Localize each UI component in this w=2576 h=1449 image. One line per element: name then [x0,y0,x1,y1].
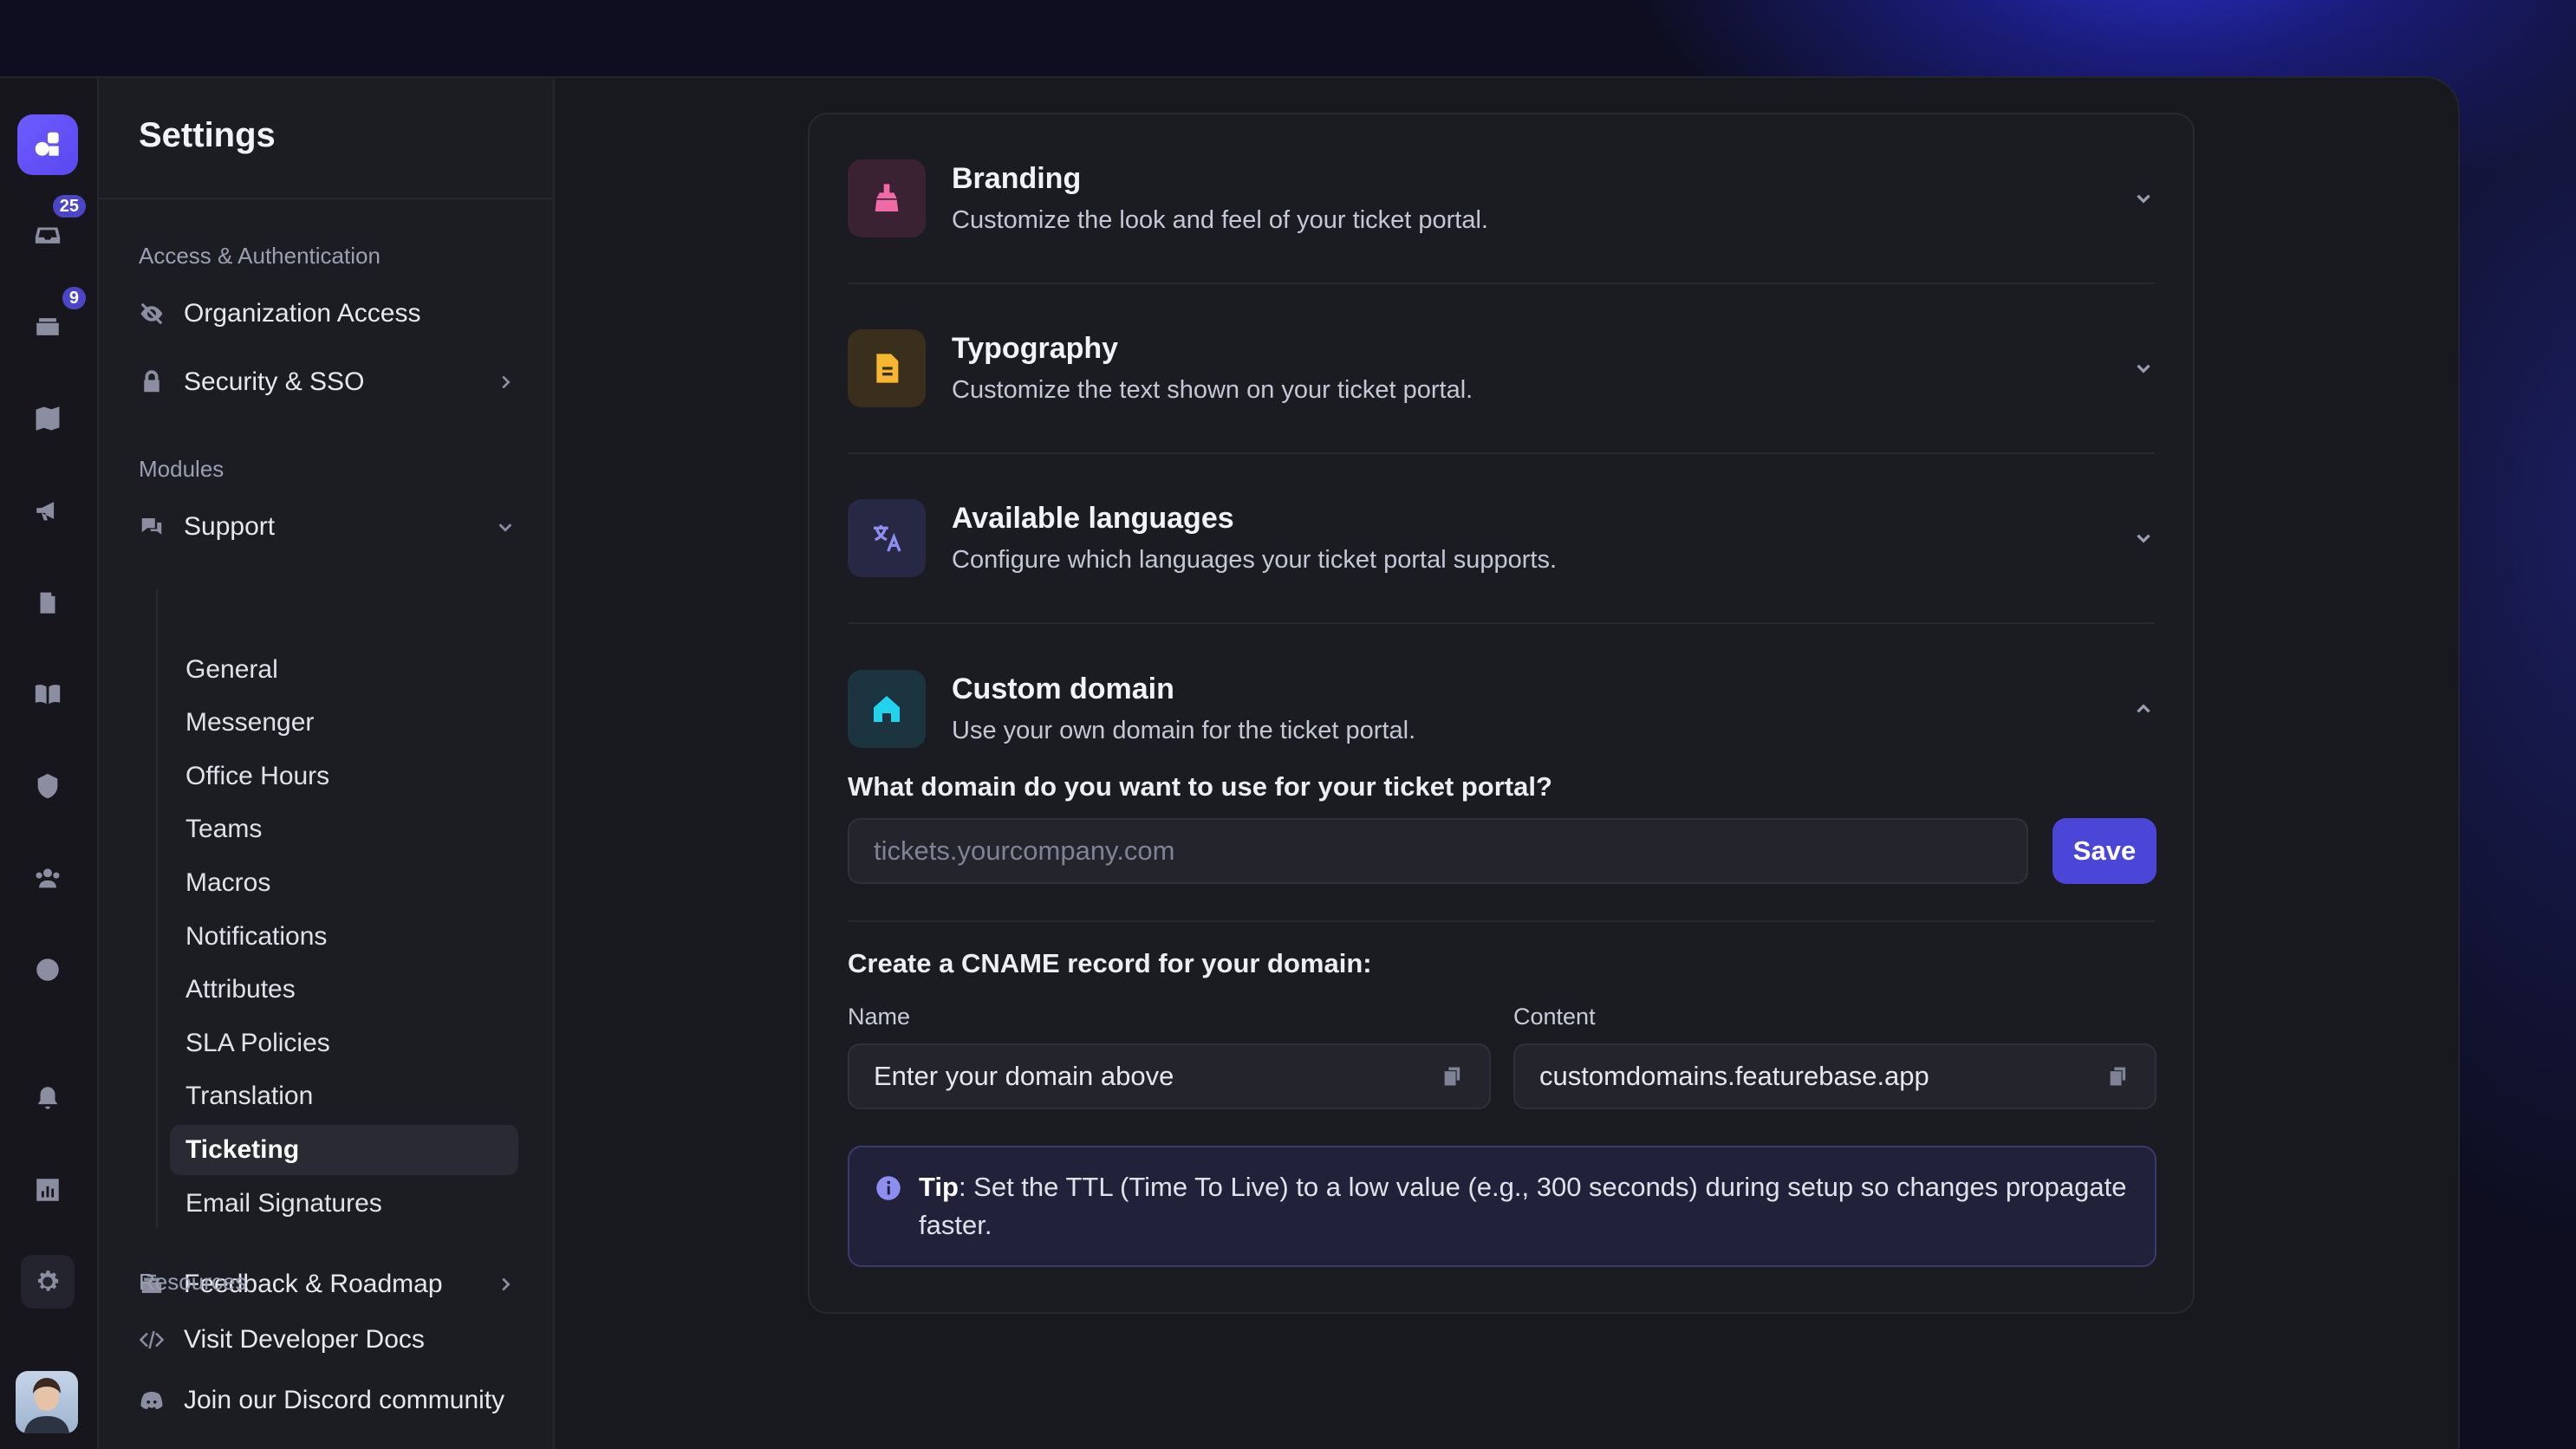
sub-item-macros[interactable]: Macros [170,858,518,908]
nav-organization-access[interactable]: Organization Access [139,289,515,338]
clipboard-icon[interactable] [21,575,75,629]
nav-label: Organization Access [184,299,421,328]
sidebar-title: Settings [99,78,553,199]
sub-item-sla-policies[interactable]: SLA Policies [170,1018,518,1069]
tickets-icon[interactable]: 9 [21,284,88,354]
nav-developer-docs[interactable]: Visit Developer Docs [139,1316,515,1364]
bot-shield-icon[interactable] [21,759,75,813]
chevron-down-icon[interactable] [2132,187,2155,210]
icon-rail: 25 9 [0,78,97,1449]
sub-item-general[interactable]: General [170,645,518,695]
chevron-right-icon [502,1277,511,1291]
chat-bubbles-icon [141,518,162,535]
cname-heading: Create a CNAME record for your domain: [848,948,1372,978]
chevron-down-icon[interactable] [2132,527,2155,549]
sub-item-messenger[interactable]: Messenger [170,698,518,748]
main-content: Branding Customize the look and feel of … [555,78,2458,1449]
inbox-icon[interactable]: 25 [21,192,88,262]
discord-icon [140,1392,163,1409]
tip-callout: Tip: Set the TTL (Time To Live) to a low… [848,1146,2156,1267]
app-window: 25 9 Settings Access & Authentication Or… [0,76,2460,1449]
nav-support[interactable]: Support [139,503,515,551]
chevron-down-icon[interactable] [2132,357,2155,380]
tip-label: Tip [919,1172,959,1202]
sub-item-notifications[interactable]: Notifications [170,912,518,962]
nav-discord-community[interactable]: Join our Discord community [139,1376,515,1425]
divider [848,920,2155,922]
app-logo-icon[interactable] [17,114,78,175]
analytics-icon[interactable] [21,1163,75,1217]
sub-item-attributes[interactable]: Attributes [170,965,518,1015]
section-label-access: Access & Authentication [139,243,381,269]
cname-name-field[interactable]: Enter your domain above [848,1043,1491,1109]
translate-icon [848,499,926,577]
section-subtitle: Customize the text shown on your ticket … [952,376,1473,404]
cname-content-field[interactable]: customdomains.featurebase.app [1513,1043,2156,1109]
chevron-right-icon [502,375,511,389]
section-title: Typography [952,332,1119,365]
section-subtitle: Use your own domain for the ticket porta… [952,717,1416,744]
lock-icon [144,370,159,393]
section-title: Branding [952,162,1082,195]
save-button[interactable]: Save [2052,818,2156,884]
sub-item-teams[interactable]: Teams [170,804,518,854]
sub-item-office-hours[interactable]: Office Hours [170,751,518,802]
section-subtitle: Configure which languages your ticket po… [952,546,1557,574]
megaphone-icon[interactable] [21,484,75,537]
nav-label: Visit Developer Docs [184,1325,425,1354]
cname-content-value: customdomains.featurebase.app [1539,1061,1929,1091]
ticket-portal-settings-card: Branding Customize the look and feel of … [808,113,2195,1314]
copy-icon[interactable] [2106,1064,2130,1088]
section-label-resources: Resources [139,1269,247,1295]
users-icon[interactable] [21,851,75,905]
chevron-up-icon[interactable] [2132,698,2155,720]
book-icon[interactable] [21,667,75,721]
section-title: Available languages [952,502,1234,535]
home-icon [848,670,926,748]
domain-question-label: What domain do you want to use for your … [848,771,1552,802]
code-icon [139,1330,165,1349]
copy-icon[interactable] [1441,1064,1465,1088]
document-icon [848,329,926,407]
info-icon [876,1176,901,1200]
roadmap-map-icon[interactable] [21,392,75,445]
tickets-badge: 9 [59,284,88,312]
sub-item-email-signatures[interactable]: Email Signatures [170,1179,518,1229]
domain-input[interactable]: tickets.yourcompany.com [848,818,2028,884]
sub-item-translation[interactable]: Translation [170,1071,518,1121]
section-label-modules: Modules [139,456,224,482]
bell-icon[interactable] [21,1071,75,1125]
content-field-label: Content [1513,1004,1596,1030]
eye-slash-icon [140,302,163,325]
tip-text: : Set the TTL (Time To Live) to a low va… [919,1172,2127,1240]
globe-icon[interactable] [21,943,75,997]
accordion-custom-domain[interactable]: Custom domain Use your own domain for th… [848,624,2155,794]
section-subtitle: Customize the look and feel of your tick… [952,206,1488,234]
paint-brush-icon [848,159,926,237]
settings-gear-icon[interactable] [21,1255,75,1309]
cname-name-value: Enter your domain above [874,1061,1174,1091]
nav-label: Support [184,512,276,541]
nav-label: Join our Discord community [184,1386,505,1414]
sub-item-ticketing[interactable]: Ticketing [170,1125,518,1175]
user-avatar[interactable] [16,1371,78,1433]
accordion-typography[interactable]: Typography Customize the text shown on y… [848,284,2155,454]
inbox-badge: 25 [49,192,88,220]
chevron-down-icon [498,523,512,532]
name-field-label: Name [848,1004,911,1030]
accordion-branding[interactable]: Branding Customize the look and feel of … [848,114,2155,284]
submenu-guide-line [156,589,158,1227]
accordion-available-languages[interactable]: Available languages Configure which lang… [848,454,2155,624]
section-title: Custom domain [952,673,1174,705]
nav-label: Security & SSO [184,367,365,396]
nav-security-sso[interactable]: Security & SSO [139,358,515,406]
settings-sidebar: Settings Access & Authentication Organiz… [97,78,555,1449]
